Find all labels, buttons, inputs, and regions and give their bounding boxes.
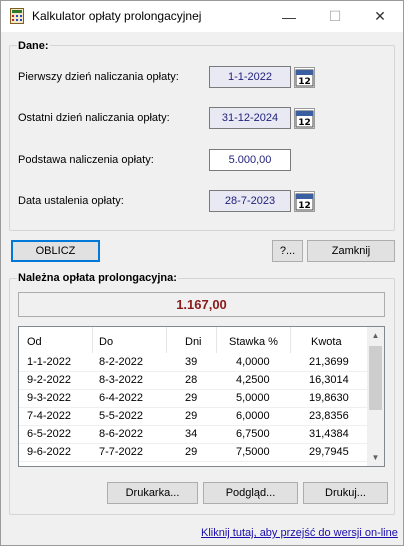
calendar-icon[interactable]: 12 [294,67,315,88]
table-row[interactable]: 7-4-2022 5-5-2022 29 6,0000 23,8356 [19,408,369,425]
maximize-button[interactable]: ☐ [312,1,358,32]
first-day-label: Pierwszy dzień naliczania opłaty: [18,71,179,83]
periods-table[interactable]: Od Do Dni Stawka % Kwota 1-1-2022 8-2-20… [18,326,385,467]
base-label: Podstawa naliczenia opłaty: [18,154,154,166]
window-title: Kalkulator opłaty prolongacyjnej [32,9,202,23]
scroll-down-icon[interactable]: ▼ [367,449,384,466]
calculate-button[interactable]: OBLICZ [11,240,100,262]
cell-do: 5-5-2022 [99,410,144,422]
cell-stawka: 7,5000 [236,446,270,458]
table-row[interactable]: 6-5-2022 8-6-2022 34 6,7500 31,4384 [19,426,369,443]
last-day-field[interactable]: 31-12-2024 [209,107,291,129]
cell-stawka: 6,0000 [236,410,270,422]
cell-do: 7-7-2022 [99,446,144,458]
header-do[interactable]: Do [99,336,113,348]
cell-do: 6-4-2022 [99,392,144,404]
table-row[interactable]: 9-6-2022 7-7-2022 29 7,5000 29,7945 [19,444,369,461]
last-day-label: Ostatni dzień naliczania opłaty: [18,112,170,124]
table-row[interactable]: 9-3-2022 6-4-2022 29 5,0000 19,8630 [19,390,369,407]
svg-text:12: 12 [298,77,311,87]
result-value: 1.167,00 [18,292,385,317]
cell-dni: 28 [185,374,198,386]
cell-od: 9-2-2022 [27,374,72,386]
cell-dni: 29 [185,446,198,458]
scroll-thumb[interactable] [369,346,382,410]
preview-button[interactable]: Podgląd... [203,482,298,504]
date-field[interactable]: 28-7-2023 [209,190,291,212]
calendar-icon[interactable]: 12 [294,108,315,129]
header-kwota[interactable]: Kwota [311,336,342,348]
cell-stawka: 6,7500 [236,428,270,440]
cell-do: 8-3-2022 [99,374,144,386]
cell-dni: 29 [185,410,198,422]
date-label: Data ustalenia opłaty: [18,195,124,207]
result-group-title: Należna opłata prolongacyjna: [17,272,178,284]
dane-group-title: Dane: [17,40,50,52]
table-header: Od Do Dni Stawka % Kwota [19,327,369,353]
cell-do: 8-6-2022 [99,428,144,440]
cell-od: 1-1-2022 [27,356,72,368]
help-button[interactable]: ?... [272,240,303,262]
cell-kwota: 19,8630 [309,392,349,404]
table-row[interactable]: 9-2-2022 8-3-2022 28 4,2500 16,3014 [19,372,369,389]
cell-stawka: 4,2500 [236,374,270,386]
cell-od: 6-5-2022 [27,428,72,440]
base-field[interactable]: 5.000,00 [209,149,291,171]
cell-dni: 29 [185,392,198,404]
first-day-field[interactable]: 1-1-2022 [209,66,291,88]
svg-text:12: 12 [298,201,311,211]
cell-kwota: 23,8356 [309,410,349,422]
app-window: Kalkulator opłaty prolongacyjnej — ☐ ✕ D… [0,0,404,546]
cell-od: 9-3-2022 [27,392,72,404]
cell-stawka: 4,0000 [236,356,270,368]
close-button[interactable]: Zamknij [307,240,395,262]
title-bar: Kalkulator opłaty prolongacyjnej — ☐ ✕ [1,1,403,32]
calculator-icon [10,8,24,24]
table-row[interactable]: 1-1-2022 8-2-2022 39 4,0000 21,3699 [19,354,369,371]
calendar-icon[interactable]: 12 [294,191,315,212]
cell-od: 7-4-2022 [27,410,72,422]
online-version-link[interactable]: Kliknij tutaj, aby przejść do wersji on-… [201,527,398,539]
cell-do: 8-2-2022 [99,356,144,368]
cell-dni: 34 [185,428,198,440]
table-scrollbar[interactable]: ▲ ▼ [367,327,384,466]
cell-kwota: 29,7945 [309,446,349,458]
cell-kwota: 21,3699 [309,356,349,368]
cell-od: 9-6-2022 [27,446,72,458]
header-od[interactable]: Od [27,336,42,348]
print-button[interactable]: Drukuj... [303,482,388,504]
cell-kwota: 31,4384 [309,428,349,440]
cell-dni: 39 [185,356,198,368]
close-window-button[interactable]: ✕ [357,1,403,32]
scroll-up-icon[interactable]: ▲ [367,327,384,344]
header-stawka[interactable]: Stawka % [229,336,278,348]
cell-stawka: 5,0000 [236,392,270,404]
svg-text:12: 12 [298,118,311,128]
cell-kwota: 16,3014 [309,374,349,386]
minimize-button[interactable]: — [266,1,312,32]
header-dni[interactable]: Dni [185,336,202,348]
printer-button[interactable]: Drukarka... [107,482,198,504]
